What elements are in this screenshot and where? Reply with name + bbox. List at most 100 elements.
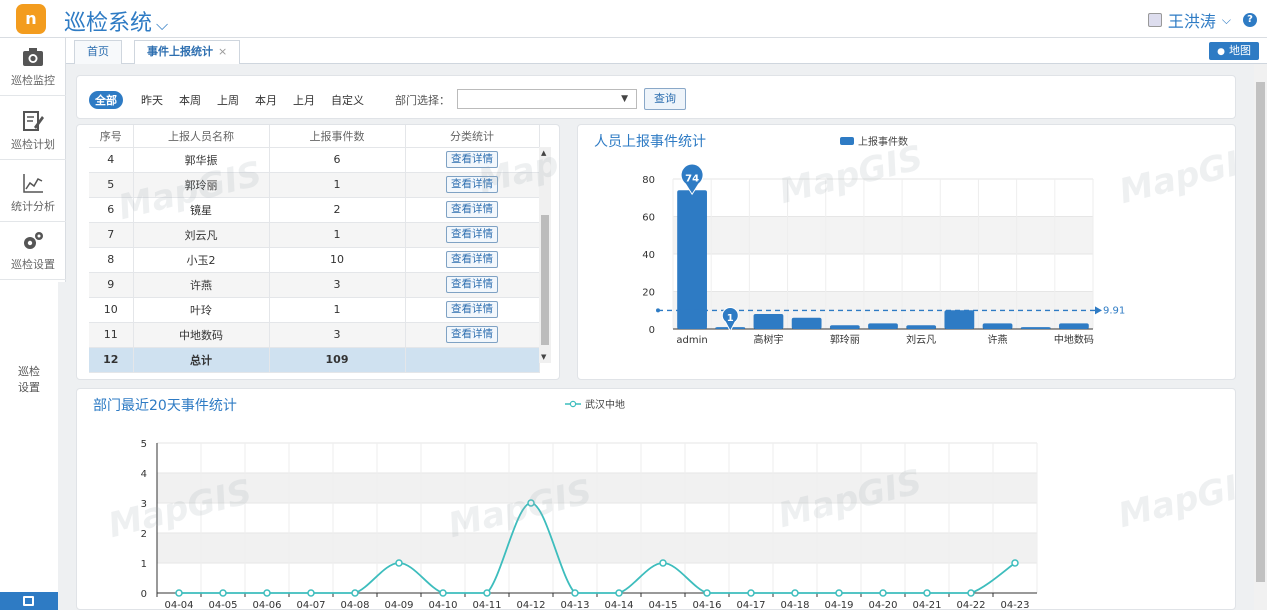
data-point — [527, 499, 535, 507]
view-detail-button[interactable]: 查看详情 — [446, 176, 498, 193]
scroll-up-icon[interactable]: ▲ — [541, 149, 546, 157]
cell-no: 11 — [89, 322, 134, 348]
grid-icon — [23, 596, 34, 606]
col-header-no[interactable]: 序号 — [89, 125, 134, 148]
y-tick-label: 0 — [141, 589, 147, 600]
filter-custom[interactable]: 自定义 — [331, 92, 364, 108]
data-point — [923, 589, 931, 597]
tab-label: 首页 — [87, 45, 109, 58]
sidebar-item-stats[interactable]: 统计分析 — [0, 164, 66, 222]
cell-count: 3 — [269, 322, 406, 348]
data-point — [747, 589, 755, 597]
bar — [944, 310, 975, 329]
sidebar-item-settings[interactable]: 巡检设置 — [0, 222, 66, 280]
cell-count: 2 — [269, 197, 406, 223]
view-detail-button[interactable]: 查看详情 — [446, 201, 498, 218]
col-header-count[interactable]: 上报事件数 — [269, 125, 406, 148]
x-tick-label: 04-14 — [604, 600, 633, 610]
table-row: 9 许燕 3 查看详情 — [89, 272, 540, 298]
table-scroll-thumb[interactable] — [541, 215, 549, 345]
cell-action: 查看详情 — [405, 222, 540, 248]
cell-action: 查看详情 — [405, 147, 540, 173]
chevron-down-icon: ⌵ — [156, 15, 169, 34]
user-menu[interactable]: 王洪涛 ⌵ ? — [1147, 8, 1257, 32]
x-tick-label: 04-10 — [428, 600, 457, 610]
y-tick-label: 0 — [649, 325, 655, 336]
app-title[interactable]: 巡检系统 ⌵ — [64, 5, 168, 37]
cell-no: 10 — [89, 297, 134, 323]
bar — [868, 323, 898, 329]
filter-this-week[interactable]: 本周 — [179, 92, 201, 108]
cell-count: 1 — [269, 222, 406, 248]
data-point — [219, 589, 227, 597]
view-detail-button[interactable]: 查看详情 — [446, 151, 498, 168]
query-button[interactable]: 查询 — [644, 88, 686, 110]
sidebar-item-monitor[interactable]: 巡检监控 — [0, 38, 66, 96]
filter-this-month[interactable]: 本月 — [255, 92, 277, 108]
view-detail-button[interactable]: 查看详情 — [446, 251, 498, 268]
sidebar-item-label: 巡检设置 — [11, 258, 55, 271]
dept-select[interactable]: ▼ — [457, 89, 637, 109]
col-header-category[interactable]: 分类统计 — [405, 125, 540, 148]
data-point — [483, 589, 491, 597]
sidebar-item-plan[interactable]: 巡检计划 — [0, 102, 66, 160]
cell-no: 9 — [89, 272, 134, 298]
app-title-text: 巡检系统 — [64, 11, 153, 36]
page-scrollbar[interactable] — [1254, 64, 1267, 610]
x-tick-label: 04-16 — [692, 600, 721, 610]
x-tick-label: 刘云凡 — [906, 334, 936, 346]
map-button[interactable]: ● 地图 — [1209, 42, 1259, 60]
cell-no: 4 — [89, 147, 134, 173]
table-row: 8 小玉2 10 查看详情 — [89, 247, 540, 273]
cell-no: 12 — [89, 347, 134, 373]
tab-home[interactable]: 首页 — [74, 40, 122, 64]
view-detail-button[interactable]: 查看详情 — [446, 226, 498, 243]
col-header-name[interactable]: 上报人员名称 — [133, 125, 270, 148]
x-tick-label: 04-18 — [780, 600, 809, 610]
avatar-icon — [1147, 13, 1162, 27]
view-detail-button[interactable]: 查看详情 — [446, 276, 498, 293]
map-button-label: 地图 — [1229, 44, 1251, 57]
data-point — [879, 589, 887, 597]
table-row: 10 叶玲 1 查看详情 — [89, 297, 540, 323]
view-detail-button[interactable]: 查看详情 — [446, 326, 498, 343]
table-row: 7 刘云凡 1 查看详情 — [89, 222, 540, 248]
person-chart-legend[interactable]: 上报事件数 — [840, 133, 908, 148]
cell-name: 刘云凡 — [133, 222, 270, 248]
view-detail-button[interactable]: 查看详情 — [446, 301, 498, 318]
close-icon[interactable]: × — [218, 45, 227, 58]
filter-last-month[interactable]: 上月 — [293, 92, 315, 108]
page-scroll-thumb[interactable] — [1256, 82, 1265, 582]
cell-action: 查看详情 — [405, 172, 540, 198]
data-point — [659, 559, 667, 567]
sidebar-extra-item[interactable]: 巡检设置 — [0, 364, 58, 396]
data-point — [263, 589, 271, 597]
filter-yesterday[interactable]: 昨天 — [141, 92, 163, 108]
person-chart-title: 人员上报事件统计 — [594, 134, 706, 150]
cell-count: 1 — [269, 172, 406, 198]
filter-all[interactable]: 全部 — [89, 91, 123, 109]
logo-text: n — [25, 9, 37, 28]
data-point — [835, 589, 843, 597]
filter-last-week[interactable]: 上周 — [217, 92, 239, 108]
legend-swatch — [565, 400, 581, 407]
cell-count: 1 — [269, 297, 406, 323]
legend-swatch — [840, 136, 854, 145]
app-logo: n — [16, 4, 46, 34]
bar — [1059, 323, 1089, 329]
bar — [906, 325, 937, 329]
cell-count: 6 — [269, 147, 406, 173]
table-scrollbar[interactable]: ▲ ▼ — [539, 147, 551, 363]
cell-action: 查看详情 — [405, 197, 540, 223]
gears-icon — [24, 232, 43, 249]
x-tick-label: 许燕 — [988, 334, 1008, 346]
grid-menu-button[interactable] — [0, 592, 58, 610]
help-icon[interactable]: ? — [1243, 13, 1257, 27]
tab-event-report-stats[interactable]: 事件上报统计 × — [134, 40, 241, 64]
cell-action: 查看详情 — [405, 297, 540, 323]
cell-action: 查看详情 — [405, 272, 540, 298]
dept-chart-legend[interactable]: 武汉中地 — [565, 396, 625, 411]
scroll-down-icon[interactable]: ▼ — [541, 353, 546, 361]
x-tick-label: 04-21 — [912, 600, 941, 610]
data-point — [615, 589, 623, 597]
